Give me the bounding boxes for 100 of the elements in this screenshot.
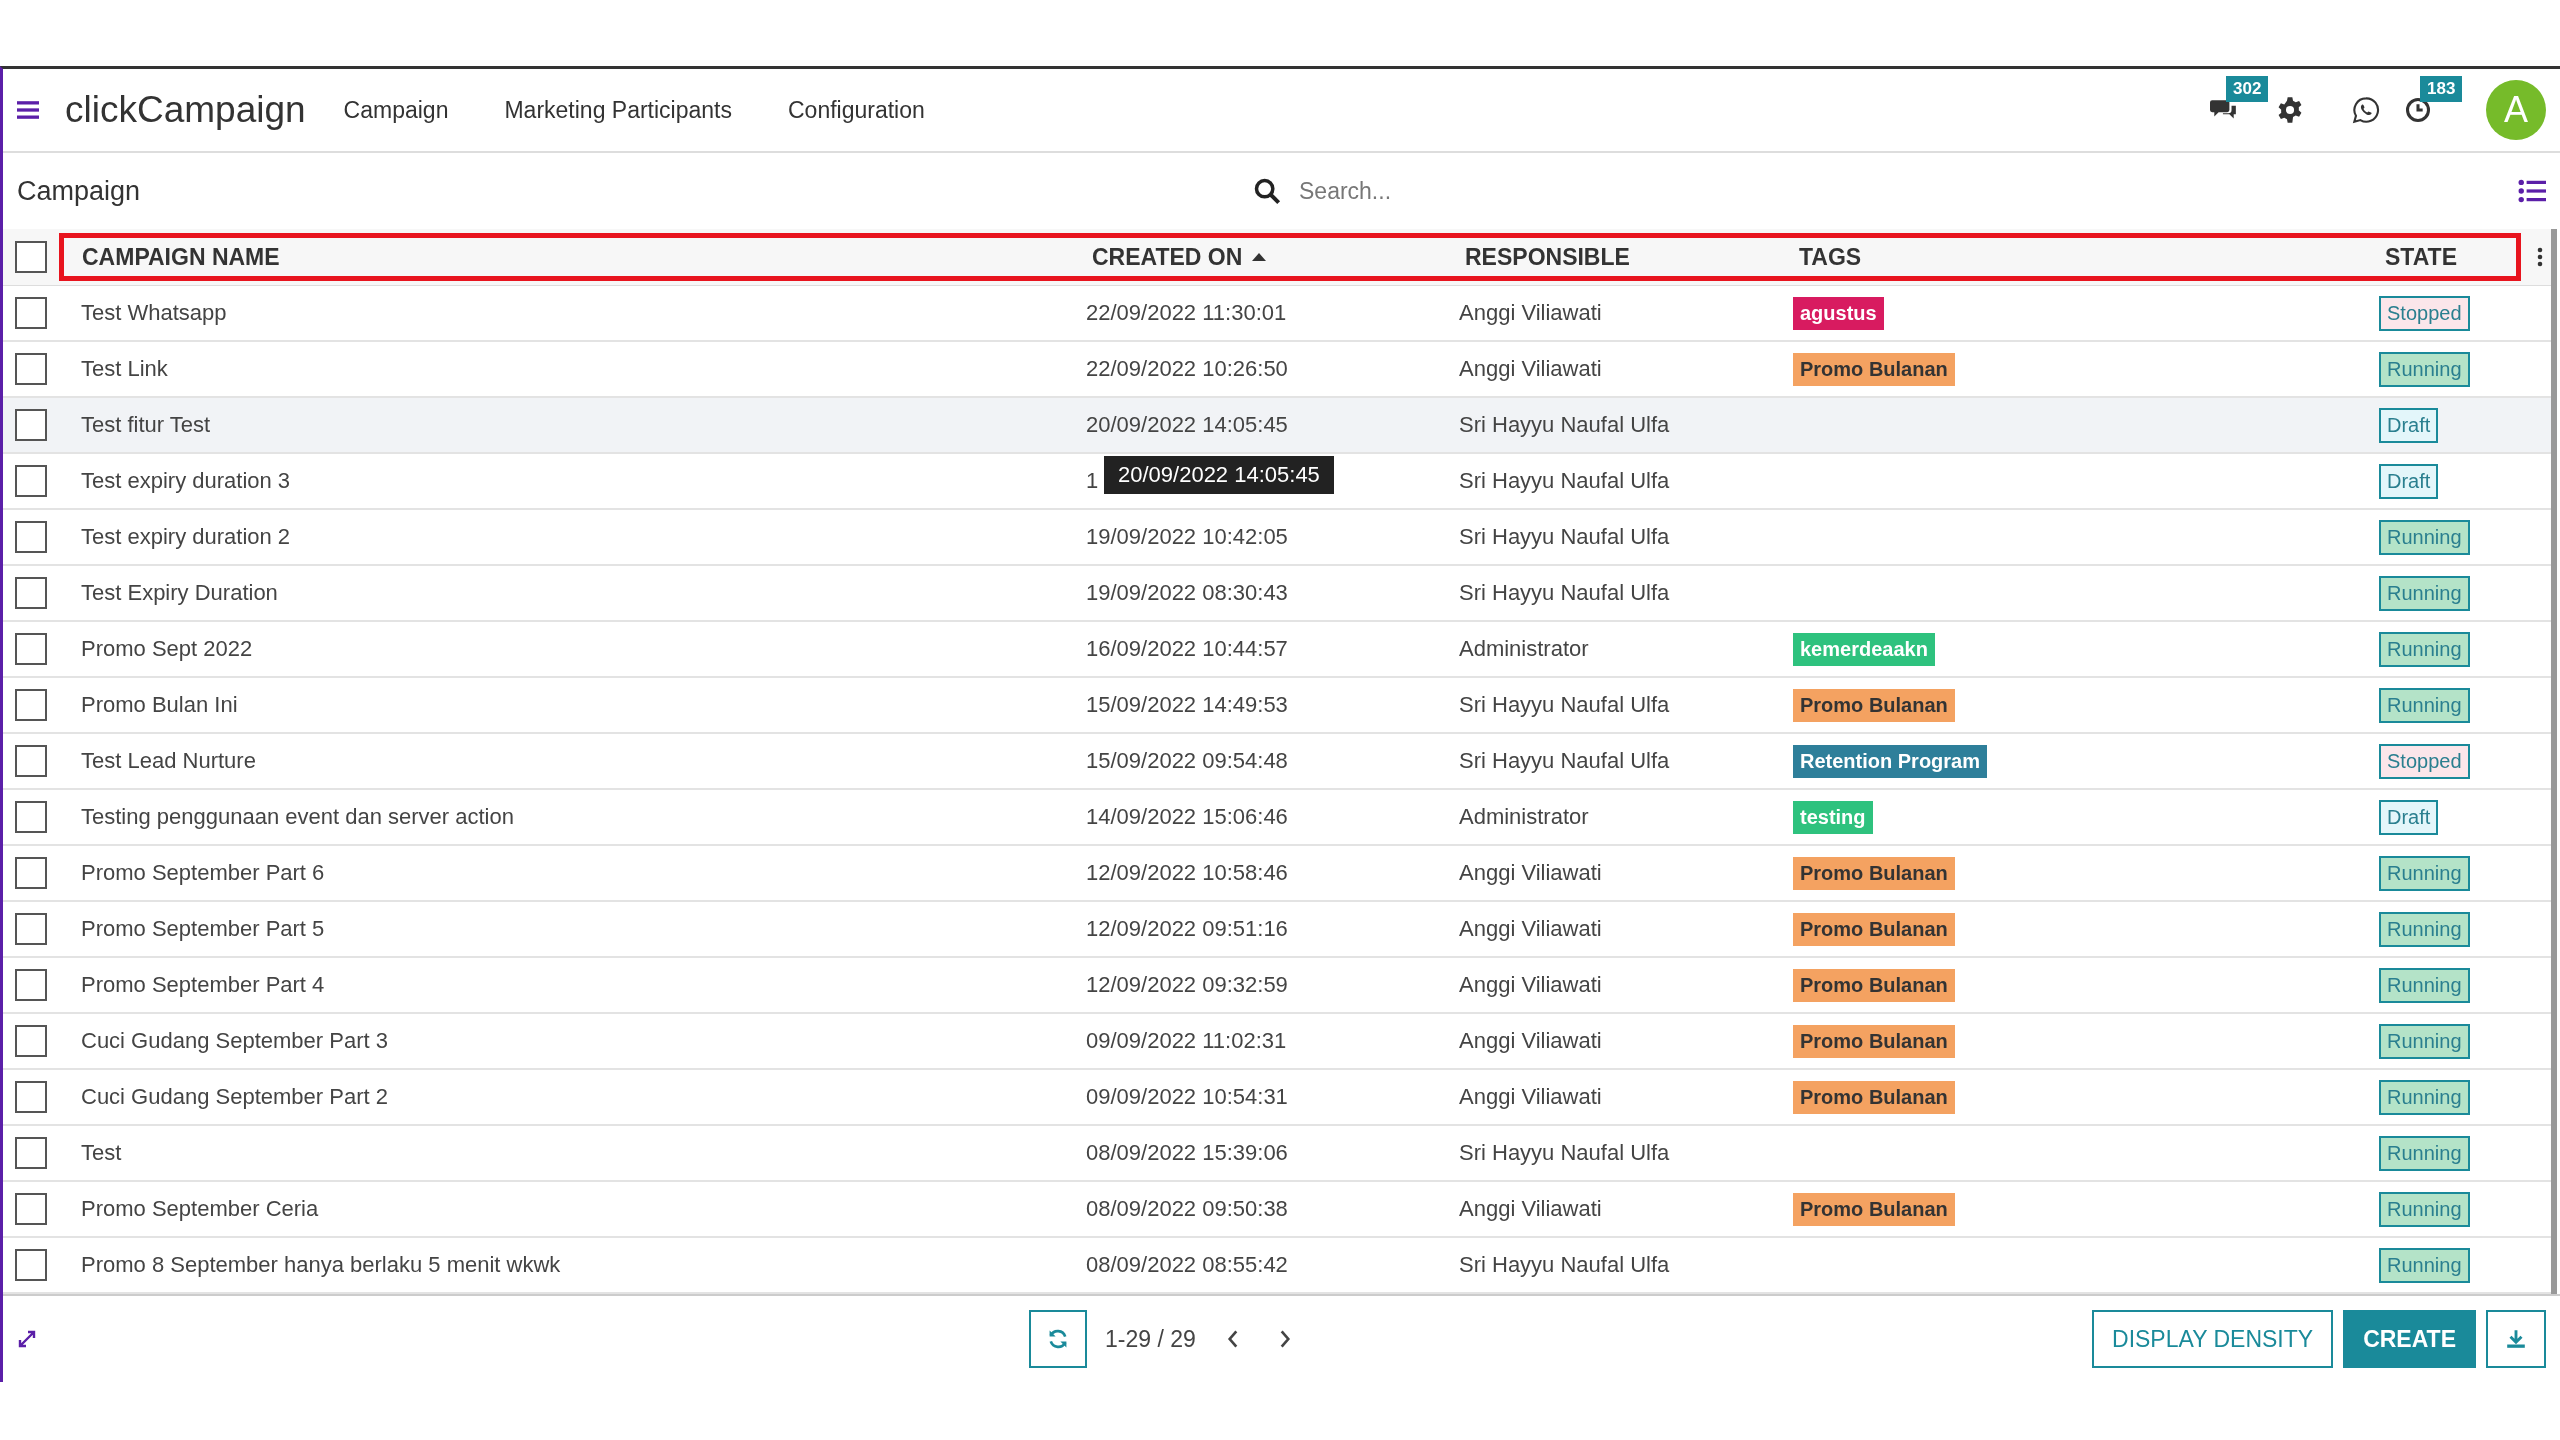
download-button[interactable]: [2486, 1310, 2546, 1368]
table-cell: Anggi Viliawati: [1459, 1196, 1602, 1222]
row-checkbox[interactable]: [15, 353, 47, 385]
table-cell: Test Expiry Duration: [81, 580, 278, 606]
row-checkbox[interactable]: [15, 409, 47, 441]
column-header[interactable]: CREATED ON: [1092, 243, 1267, 271]
row-checkbox[interactable]: [15, 801, 47, 833]
table-cell: Test Lead Nurture: [81, 748, 256, 774]
table-row[interactable]: Promo Sept 2022 16/09/2022 10:44:57 Administrator kemerdeaakn Running: [3, 622, 2551, 678]
table-row[interactable]: Testing penggunaan event dan server action 14/09/2022 15:06:46 Administrator testing Draft: [3, 790, 2551, 846]
row-checkbox[interactable]: [15, 913, 47, 945]
table-cell: Promo September Part 6: [81, 860, 325, 886]
row-checkbox[interactable]: [15, 521, 47, 553]
table-cell: Cuci Gudang September Part 2: [81, 1084, 388, 1110]
phone-chat-icon[interactable]: [2352, 96, 2380, 124]
state-badge: Running: [2379, 631, 2470, 667]
state-badge: Draft: [2379, 407, 2439, 443]
table-cell: Cuci Gudang September Part 3: [81, 1028, 388, 1054]
state-badge: Running: [2379, 855, 2470, 891]
state-badge: Stopped: [2379, 295, 2470, 331]
table-row[interactable]: Test 08/09/2022 15:39:06 Sri Hayyu Naufal Ulfa Running: [3, 1126, 2551, 1182]
table-cell: Anggi Viliawati: [1459, 356, 1602, 382]
row-checkbox[interactable]: [15, 1137, 47, 1169]
app-brand[interactable]: clickCampaign: [65, 89, 306, 131]
table-row[interactable]: Promo Bulan Ini 15/09/2022 14:49:53 Sri Hayyu Naufal Ulfa Promo Bulanan Running: [3, 678, 2551, 734]
table-cell: 08/09/2022 08:55:42: [1086, 1252, 1288, 1278]
table-row[interactable]: Promo September Part 4 12/09/2022 09:32:59 Anggi Viliawati Promo Bulanan Running: [3, 958, 2551, 1014]
select-all-checkbox[interactable]: [15, 241, 47, 273]
tag: kemerdeaakn: [1793, 632, 1935, 666]
display-density-button[interactable]: DISPLAY DENSITY: [2092, 1310, 2334, 1368]
table-cell: Sri Hayyu Naufal Ulfa: [1459, 692, 1670, 718]
table-row[interactable]: Test fitur Test 20/09/2022 14:05:45 Sri Hayyu Naufal Ulfa Draft: [3, 398, 2551, 454]
table-cell: Test Whatsapp: [81, 300, 227, 326]
tag: Promo Bulanan: [1793, 1080, 1955, 1114]
table-cell: 22/09/2022 11:30:01: [1086, 300, 1287, 326]
table-row[interactable]: Cuci Gudang September Part 2 09/09/2022 10:54:31 Anggi Viliawati Promo Bulanan Running: [3, 1070, 2551, 1126]
row-checkbox[interactable]: [15, 633, 47, 665]
state-badge: Draft: [2379, 799, 2439, 835]
row-checkbox[interactable]: [15, 969, 47, 1001]
settings-icon[interactable]: [2276, 96, 2304, 124]
previous-page-icon[interactable]: [1225, 1328, 1240, 1350]
row-checkbox[interactable]: [15, 1249, 47, 1281]
table-row[interactable]: Promo September Ceria 08/09/2022 09:50:38 Anggi Viliawati Promo Bulanan Running: [3, 1182, 2551, 1238]
state-badge: Running: [2379, 687, 2470, 723]
refresh-button[interactable]: [1029, 1310, 1087, 1368]
state-badge: Running: [2379, 351, 2470, 387]
table-cell: Anggi Viliawati: [1459, 300, 1602, 326]
table-row[interactable]: Cuci Gudang September Part 3 09/09/2022 11:02:31 Anggi Viliawati Promo Bulanan Running: [3, 1014, 2551, 1070]
row-checkbox[interactable]: [15, 1081, 47, 1113]
download-icon: [2505, 1328, 2527, 1350]
column-header[interactable]: CAMPAIGN NAME: [82, 243, 280, 271]
table-row[interactable]: Test expiry duration 2 19/09/2022 10:42:05 Sri Hayyu Naufal Ulfa Running: [3, 510, 2551, 566]
table-cell: 15/09/2022 09:54:48: [1086, 748, 1288, 774]
table-cell: 1: [1086, 468, 1099, 494]
column-header[interactable]: RESPONSIBLE: [1465, 243, 1630, 271]
table-cell: 15/09/2022 14:49:53: [1086, 692, 1288, 718]
nav-menu-item[interactable]: Marketing Participants: [504, 96, 732, 124]
expand-icon[interactable]: [17, 1329, 37, 1349]
page-title: Campaign: [17, 175, 141, 207]
nav-menu-item[interactable]: Campaign: [343, 96, 449, 124]
list-view-icon[interactable]: [2518, 179, 2546, 203]
row-checkbox[interactable]: [15, 297, 47, 329]
tag: Promo Bulanan: [1793, 352, 1955, 386]
row-checkbox[interactable]: [15, 1193, 47, 1225]
more-options-icon[interactable]: [2537, 246, 2543, 268]
table-row[interactable]: Test expiry duration 3 1 20/09/2022 14:05:45 Sri Hayyu Naufal Ulfa Draft: [3, 454, 2551, 510]
table-cell: 08/09/2022 15:39:06: [1086, 1140, 1288, 1166]
table-row[interactable]: Promo September Part 6 12/09/2022 10:58:46 Anggi Viliawati Promo Bulanan Running: [3, 846, 2551, 902]
create-button[interactable]: CREATE: [2343, 1310, 2476, 1368]
table-cell: Sri Hayyu Naufal Ulfa: [1459, 412, 1670, 438]
table-row[interactable]: Test Lead Nurture 15/09/2022 09:54:48 Sri Hayyu Naufal Ulfa Retention Program Stopped: [3, 734, 2551, 790]
row-checkbox[interactable]: [15, 857, 47, 889]
row-checkbox[interactable]: [15, 1025, 47, 1057]
table-row[interactable]: Test Expiry Duration 19/09/2022 08:30:43 Sri Hayyu Naufal Ulfa Running: [3, 566, 2551, 622]
table-cell: Test expiry duration 3: [81, 468, 291, 494]
state-badge: Running: [2379, 575, 2470, 611]
row-checkbox[interactable]: [15, 577, 47, 609]
column-header[interactable]: STATE: [2385, 243, 2457, 271]
state-badge: Draft: [2379, 463, 2439, 499]
table-cell: 22/09/2022 10:26:50: [1086, 356, 1288, 382]
activity-count-badge: 183: [2420, 76, 2463, 102]
search-field[interactable]: Search...: [1297, 176, 1801, 206]
table-cell: Test expiry duration 2: [81, 524, 291, 550]
table-row[interactable]: Test Whatsapp 22/09/2022 11:30:01 Anggi Viliawati agustus Stopped: [3, 286, 2551, 342]
tag: Promo Bulanan: [1793, 1192, 1955, 1226]
table-row[interactable]: Promo September Part 5 12/09/2022 09:51:16 Anggi Viliawati Promo Bulanan Running: [3, 902, 2551, 958]
state-badge: Running: [2379, 1191, 2470, 1227]
table-row[interactable]: Promo 8 September hanya berlaku 5 menit wkwk 08/09/2022 08:55:42 Sri Hayyu Naufal Ulfa Running: [3, 1238, 2551, 1294]
state-badge: Running: [2379, 519, 2470, 555]
row-checkbox[interactable]: [15, 689, 47, 721]
nav-menu-item[interactable]: Configuration: [788, 96, 925, 124]
row-checkbox[interactable]: [15, 745, 47, 777]
menu-icon[interactable]: [17, 100, 39, 120]
column-header[interactable]: TAGS: [1799, 243, 1862, 271]
tag: Promo Bulanan: [1793, 688, 1955, 722]
table-cell: Sri Hayyu Naufal Ulfa: [1459, 748, 1670, 774]
table-cell: Administrator: [1459, 804, 1589, 830]
clock-icon[interactable]: [2404, 96, 2432, 124]
row-checkbox[interactable]: [15, 465, 47, 497]
message-count-badge: 302: [2226, 76, 2269, 102]
